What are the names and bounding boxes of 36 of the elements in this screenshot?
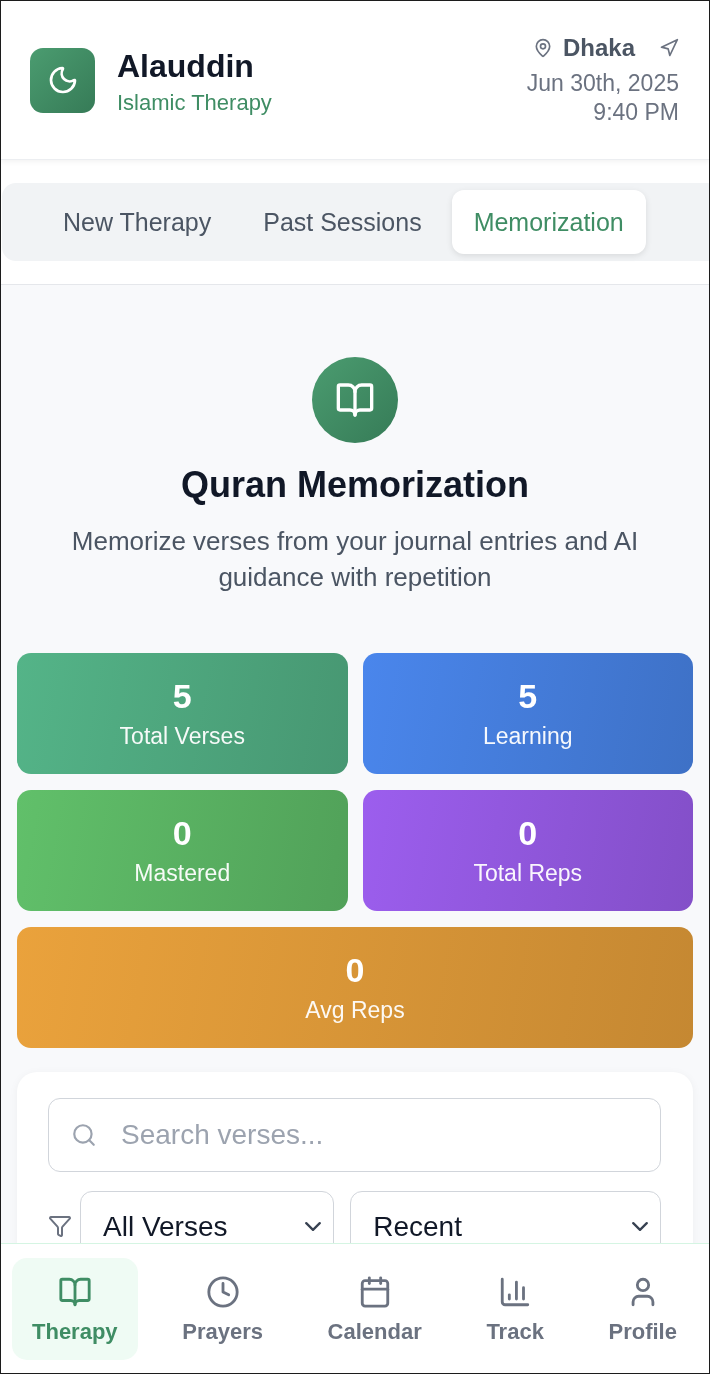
nav-tab[interactable]: Therapy — [12, 1258, 138, 1360]
stat-label: Total Verses — [119, 723, 245, 750]
filter-icon — [48, 1214, 72, 1238]
stat-value: 0 — [172, 814, 192, 852]
tab[interactable]: New Therapy — [41, 190, 234, 254]
dropdown[interactable]: All Verses — [80, 1191, 335, 1243]
stat-label: Avg Reps — [305, 997, 405, 1024]
location-arrow-icon[interactable] — [659, 38, 679, 58]
search-field[interactable]: Search verses... — [48, 1098, 661, 1172]
search-icon — [71, 1122, 97, 1148]
stat-value: 5 — [518, 677, 538, 715]
app-subtitle: Islamic Therapy — [117, 89, 272, 117]
tab[interactable]: Past Sessions — [241, 190, 444, 254]
nav-tab[interactable]: Calendar — [307, 1258, 442, 1360]
book-icon — [57, 1275, 92, 1309]
location-text: Dhaka — [562, 33, 635, 63]
nav-tab[interactable]: Track — [466, 1258, 564, 1360]
app-name: Alauddin — [117, 47, 255, 85]
stat-value: 0 — [518, 814, 538, 852]
page-description: Memorize verses from your journal entries and AI guidance with repetition — [70, 525, 640, 594]
chevron-down-icon — [632, 1221, 648, 1231]
stat-label: Mastered — [134, 860, 231, 887]
clock-icon — [205, 1275, 240, 1309]
nav-tab[interactable]: Prayers — [162, 1258, 283, 1360]
time-text: 9:40 PM — [593, 98, 679, 127]
date-text: Jun 30th, 2025 — [526, 69, 679, 98]
tab[interactable]: Memorization — [451, 190, 646, 254]
moon-icon — [30, 47, 95, 113]
nav-tab[interactable]: Profile — [588, 1258, 697, 1360]
dropdown[interactable]: Recent — [350, 1191, 661, 1243]
stat-label: Learning — [483, 723, 573, 750]
page-title: Quran Memorization — [181, 465, 529, 505]
chevron-down-icon — [305, 1221, 322, 1231]
stat-value: 5 — [172, 677, 192, 715]
stat-label: Total Reps — [473, 860, 583, 887]
stat-value: 0 — [345, 951, 365, 989]
